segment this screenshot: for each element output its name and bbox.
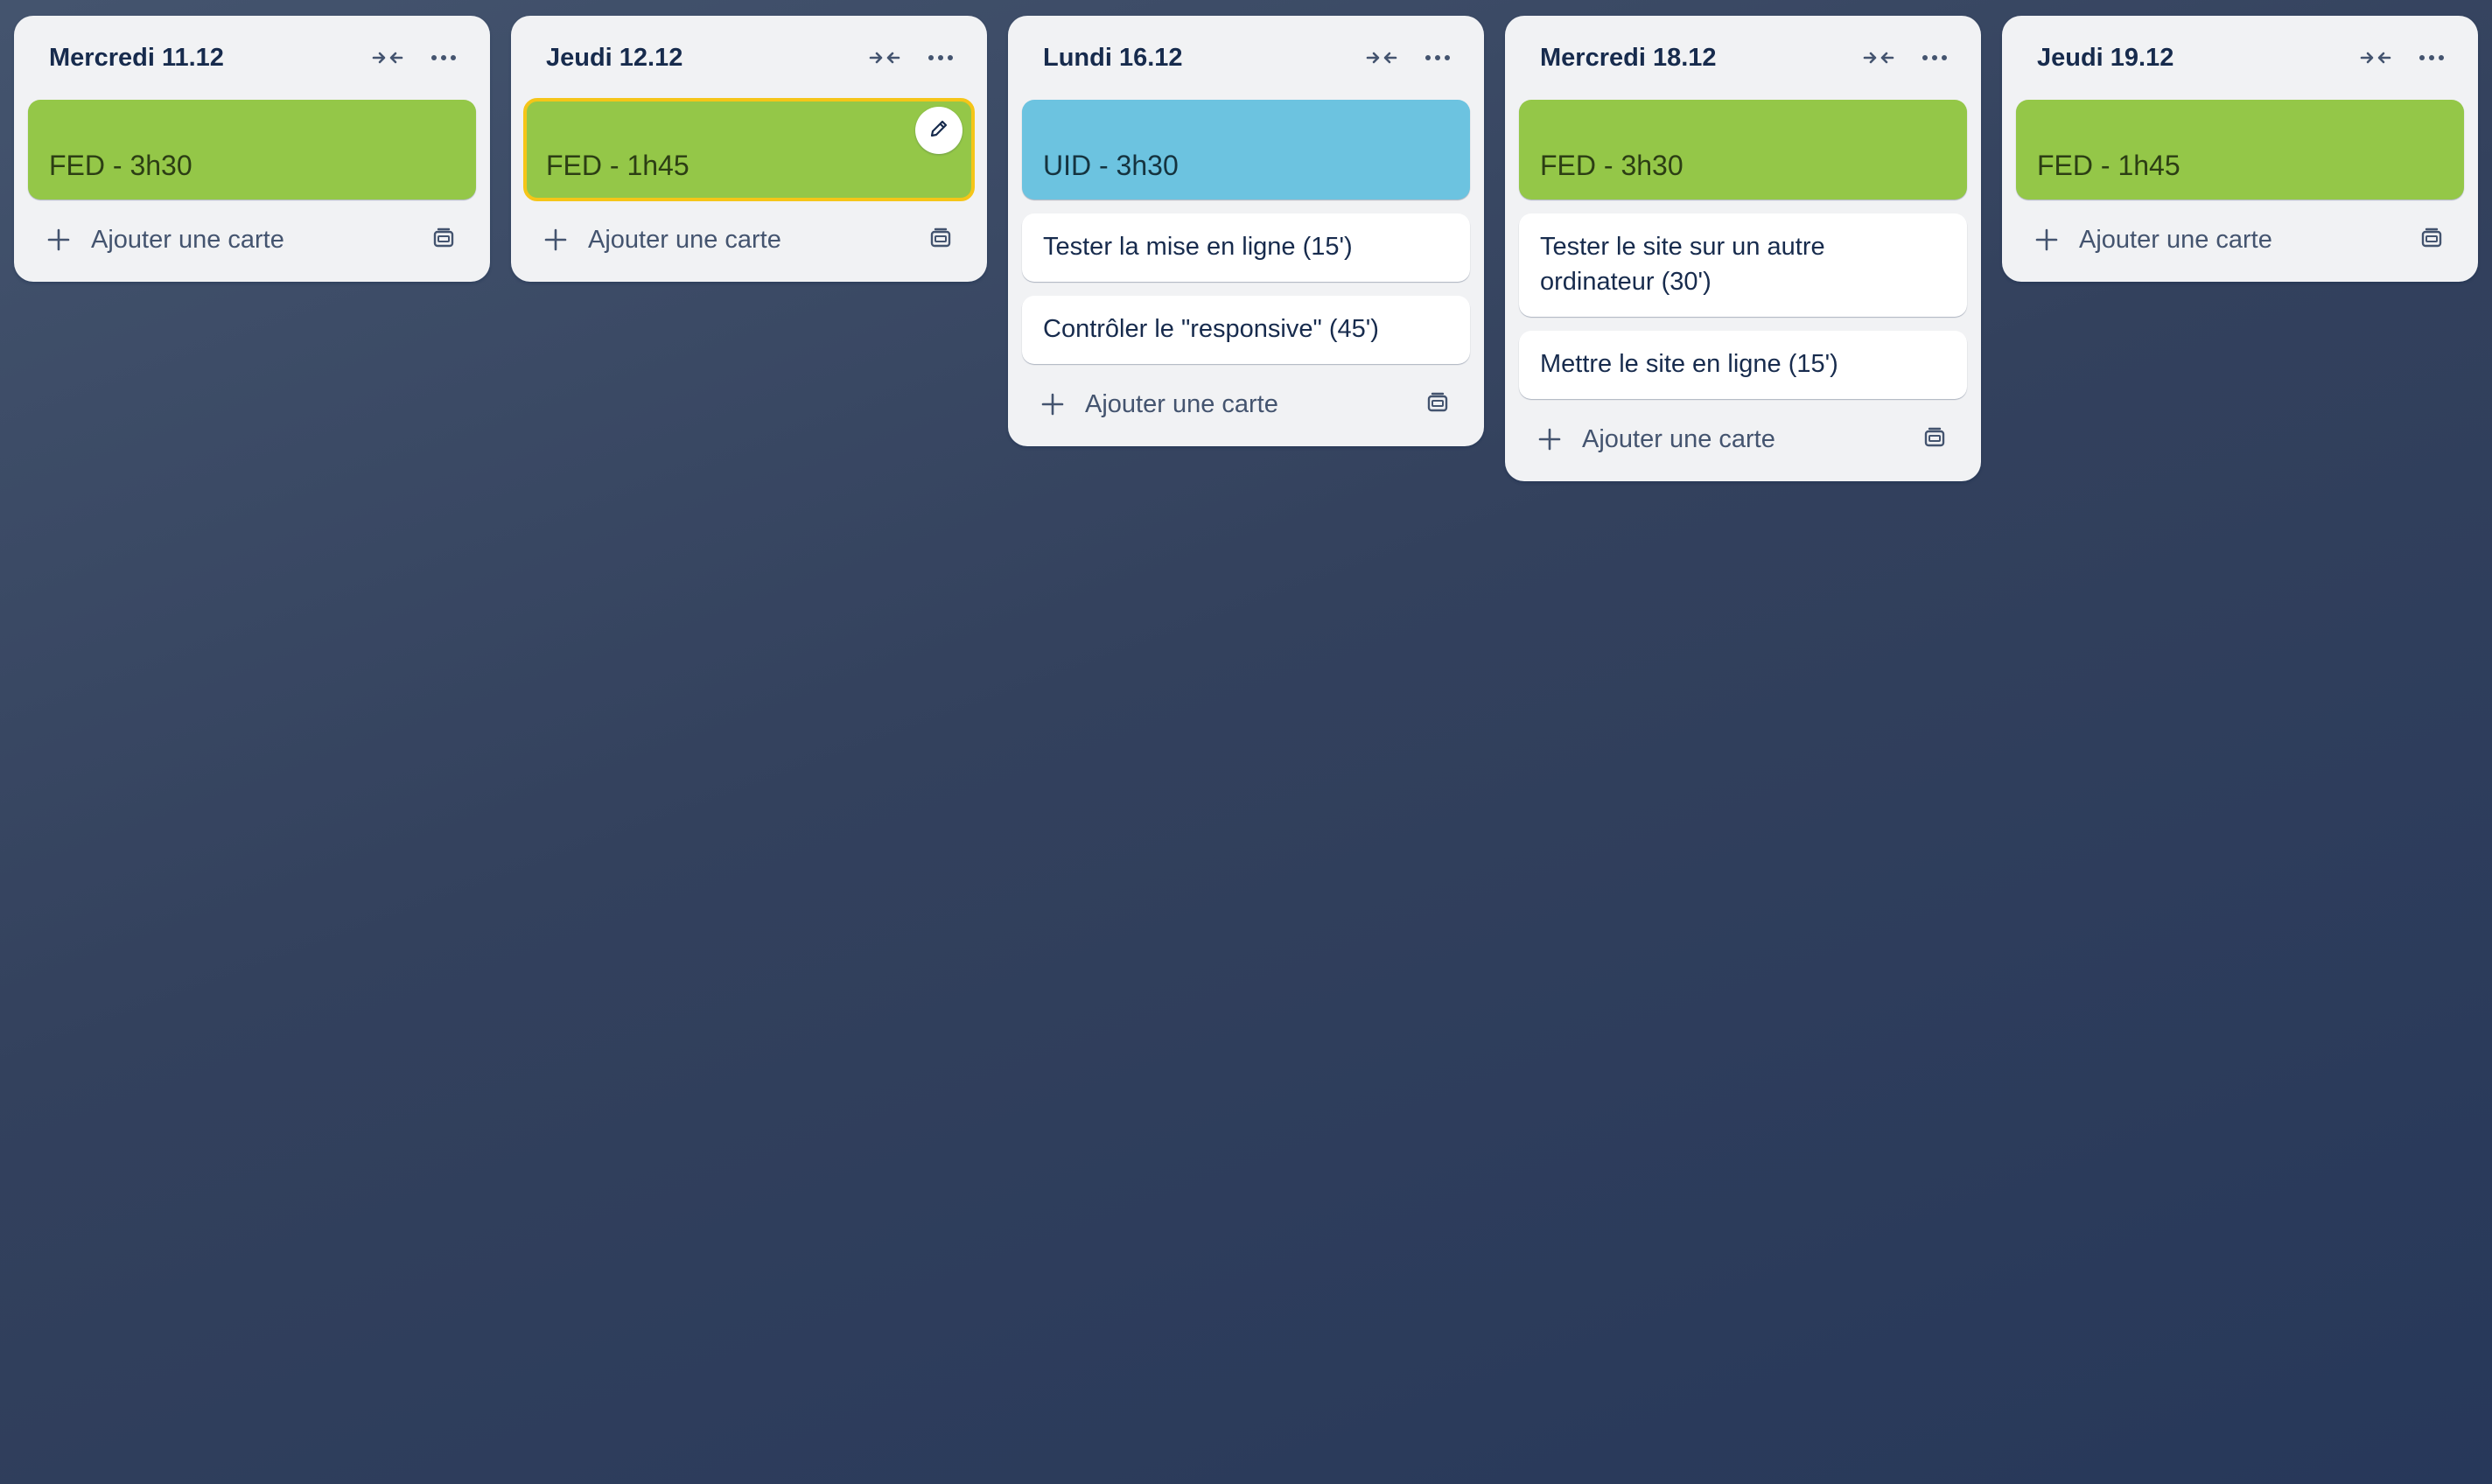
card-title: Contrôler le "responsive" (45') — [1043, 315, 1379, 343]
card[interactable]: Tester le site sur un autre ordinateur (… — [1519, 214, 1967, 317]
list-footer: Ajouter une carte — [28, 205, 476, 275]
card-template-icon — [1426, 392, 1449, 417]
card-template-icon — [929, 228, 952, 253]
create-from-template-button[interactable] — [2406, 214, 2457, 265]
collapse-list-button[interactable] — [2350, 32, 2401, 83]
card[interactable]: Mettre le site en ligne (15') — [1519, 331, 1967, 399]
collapse-list-button[interactable] — [362, 32, 413, 83]
list-header: Mercredi 18.12 — [1519, 16, 1967, 100]
add-card-label: Ajouter une carte — [1582, 424, 1775, 453]
collapse-arrows-icon — [372, 48, 403, 67]
list-jeudi-12-12: Jeudi 12.12 FED - 1h45 Ajouter une carte — [511, 16, 987, 282]
card-title: FED - 3h30 — [49, 150, 192, 181]
card-title: Tester la mise en ligne (15') — [1043, 233, 1353, 261]
board: Mercredi 11.12 FED - 3h30 Ajouter une ca… — [14, 16, 2478, 481]
list-footer: Ajouter une carte — [525, 205, 973, 275]
list-mercredi-11-12: Mercredi 11.12 FED - 3h30 Ajouter une ca… — [14, 16, 490, 282]
pencil-icon — [928, 118, 949, 144]
list-menu-button[interactable] — [915, 32, 966, 83]
card-title: FED - 3h30 — [1540, 150, 1684, 181]
card-list: UID - 3h30 Tester la mise en ligne (15')… — [1022, 100, 1470, 364]
more-dots-icon — [2418, 54, 2445, 61]
card[interactable]: UID - 3h30 — [1022, 100, 1470, 200]
more-dots-icon — [430, 54, 457, 61]
card-template-icon — [1923, 427, 1946, 452]
plus-icon — [1535, 424, 1564, 454]
card-title: Tester le site sur un autre ordinateur (… — [1540, 233, 1825, 296]
collapse-list-button[interactable] — [1853, 32, 1904, 83]
list-title[interactable]: Jeudi 12.12 — [546, 44, 854, 73]
card[interactable]: FED - 3h30 — [28, 100, 476, 200]
plus-icon — [541, 225, 570, 255]
collapse-arrows-icon — [1863, 48, 1894, 67]
add-card-label: Ajouter une carte — [588, 225, 781, 254]
card[interactable]: FED - 1h45 — [2016, 100, 2464, 200]
list-mercredi-18-12: Mercredi 18.12 FED - 3h30 Tester le site… — [1505, 16, 1981, 481]
list-footer: Ajouter une carte — [2016, 205, 2464, 275]
list-jeudi-19-12: Jeudi 19.12 FED - 1h45 Ajouter une carte — [2002, 16, 2478, 282]
more-dots-icon — [928, 54, 954, 61]
collapse-list-button[interactable] — [1356, 32, 1407, 83]
list-header: Jeudi 19.12 — [2016, 16, 2464, 100]
list-title[interactable]: Mercredi 18.12 — [1540, 44, 1848, 73]
collapse-arrows-icon — [1366, 48, 1397, 67]
list-menu-button[interactable] — [418, 32, 469, 83]
collapse-arrows-icon — [869, 48, 900, 67]
create-from-template-button[interactable] — [418, 214, 469, 265]
list-title[interactable]: Lundi 16.12 — [1043, 44, 1351, 73]
card-template-icon — [432, 228, 455, 253]
add-card-label: Ajouter une carte — [2079, 225, 2272, 254]
add-card-label: Ajouter une carte — [1085, 389, 1278, 418]
collapse-list-button[interactable] — [859, 32, 910, 83]
list-menu-button[interactable] — [2406, 32, 2457, 83]
card[interactable]: Tester la mise en ligne (15') — [1022, 214, 1470, 282]
card-title: FED - 1h45 — [546, 150, 690, 181]
add-card-button[interactable]: Ajouter une carte — [44, 214, 418, 265]
add-card-label: Ajouter une carte — [91, 225, 284, 254]
edit-card-button[interactable] — [915, 107, 962, 154]
list-header: Mercredi 11.12 — [28, 16, 476, 100]
create-from-template-button[interactable] — [915, 214, 966, 265]
collapse-arrows-icon — [2360, 48, 2391, 67]
card-list: FED - 1h45 — [2016, 100, 2464, 200]
add-card-button[interactable]: Ajouter une carte — [541, 214, 915, 265]
plus-icon — [2032, 225, 2062, 255]
list-menu-button[interactable] — [1412, 32, 1463, 83]
list-header: Lundi 16.12 — [1022, 16, 1470, 100]
list-lundi-16-12: Lundi 16.12 UID - 3h30 Tester la mise en… — [1008, 16, 1484, 446]
card-list: FED - 3h30 — [28, 100, 476, 200]
card-title: Mettre le site en ligne (15') — [1540, 350, 1838, 378]
list-footer: Ajouter une carte — [1519, 404, 1967, 474]
create-from-template-button[interactable] — [1412, 379, 1463, 430]
card[interactable]: Contrôler le "responsive" (45') — [1022, 296, 1470, 364]
card-list: FED - 3h30 Tester le site sur un autre o… — [1519, 100, 1967, 399]
list-title[interactable]: Mercredi 11.12 — [49, 44, 357, 73]
card-template-icon — [2420, 228, 2443, 253]
add-card-button[interactable]: Ajouter une carte — [1038, 379, 1412, 430]
more-dots-icon — [1922, 54, 1948, 61]
plus-icon — [1038, 389, 1068, 419]
card[interactable]: FED - 3h30 — [1519, 100, 1967, 200]
list-title[interactable]: Jeudi 19.12 — [2037, 44, 2345, 73]
list-footer: Ajouter une carte — [1022, 369, 1470, 439]
plus-icon — [44, 225, 74, 255]
create-from-template-button[interactable] — [1909, 414, 1960, 465]
card-list: FED - 1h45 — [523, 98, 975, 201]
card-title: UID - 3h30 — [1043, 150, 1179, 181]
add-card-button[interactable]: Ajouter une carte — [1535, 414, 1909, 465]
card-selected[interactable]: FED - 1h45 — [523, 98, 975, 201]
add-card-button[interactable]: Ajouter une carte — [2032, 214, 2406, 265]
more-dots-icon — [1424, 54, 1451, 61]
list-menu-button[interactable] — [1909, 32, 1960, 83]
card-title: FED - 1h45 — [2037, 150, 2180, 181]
list-header: Jeudi 12.12 — [525, 16, 973, 100]
